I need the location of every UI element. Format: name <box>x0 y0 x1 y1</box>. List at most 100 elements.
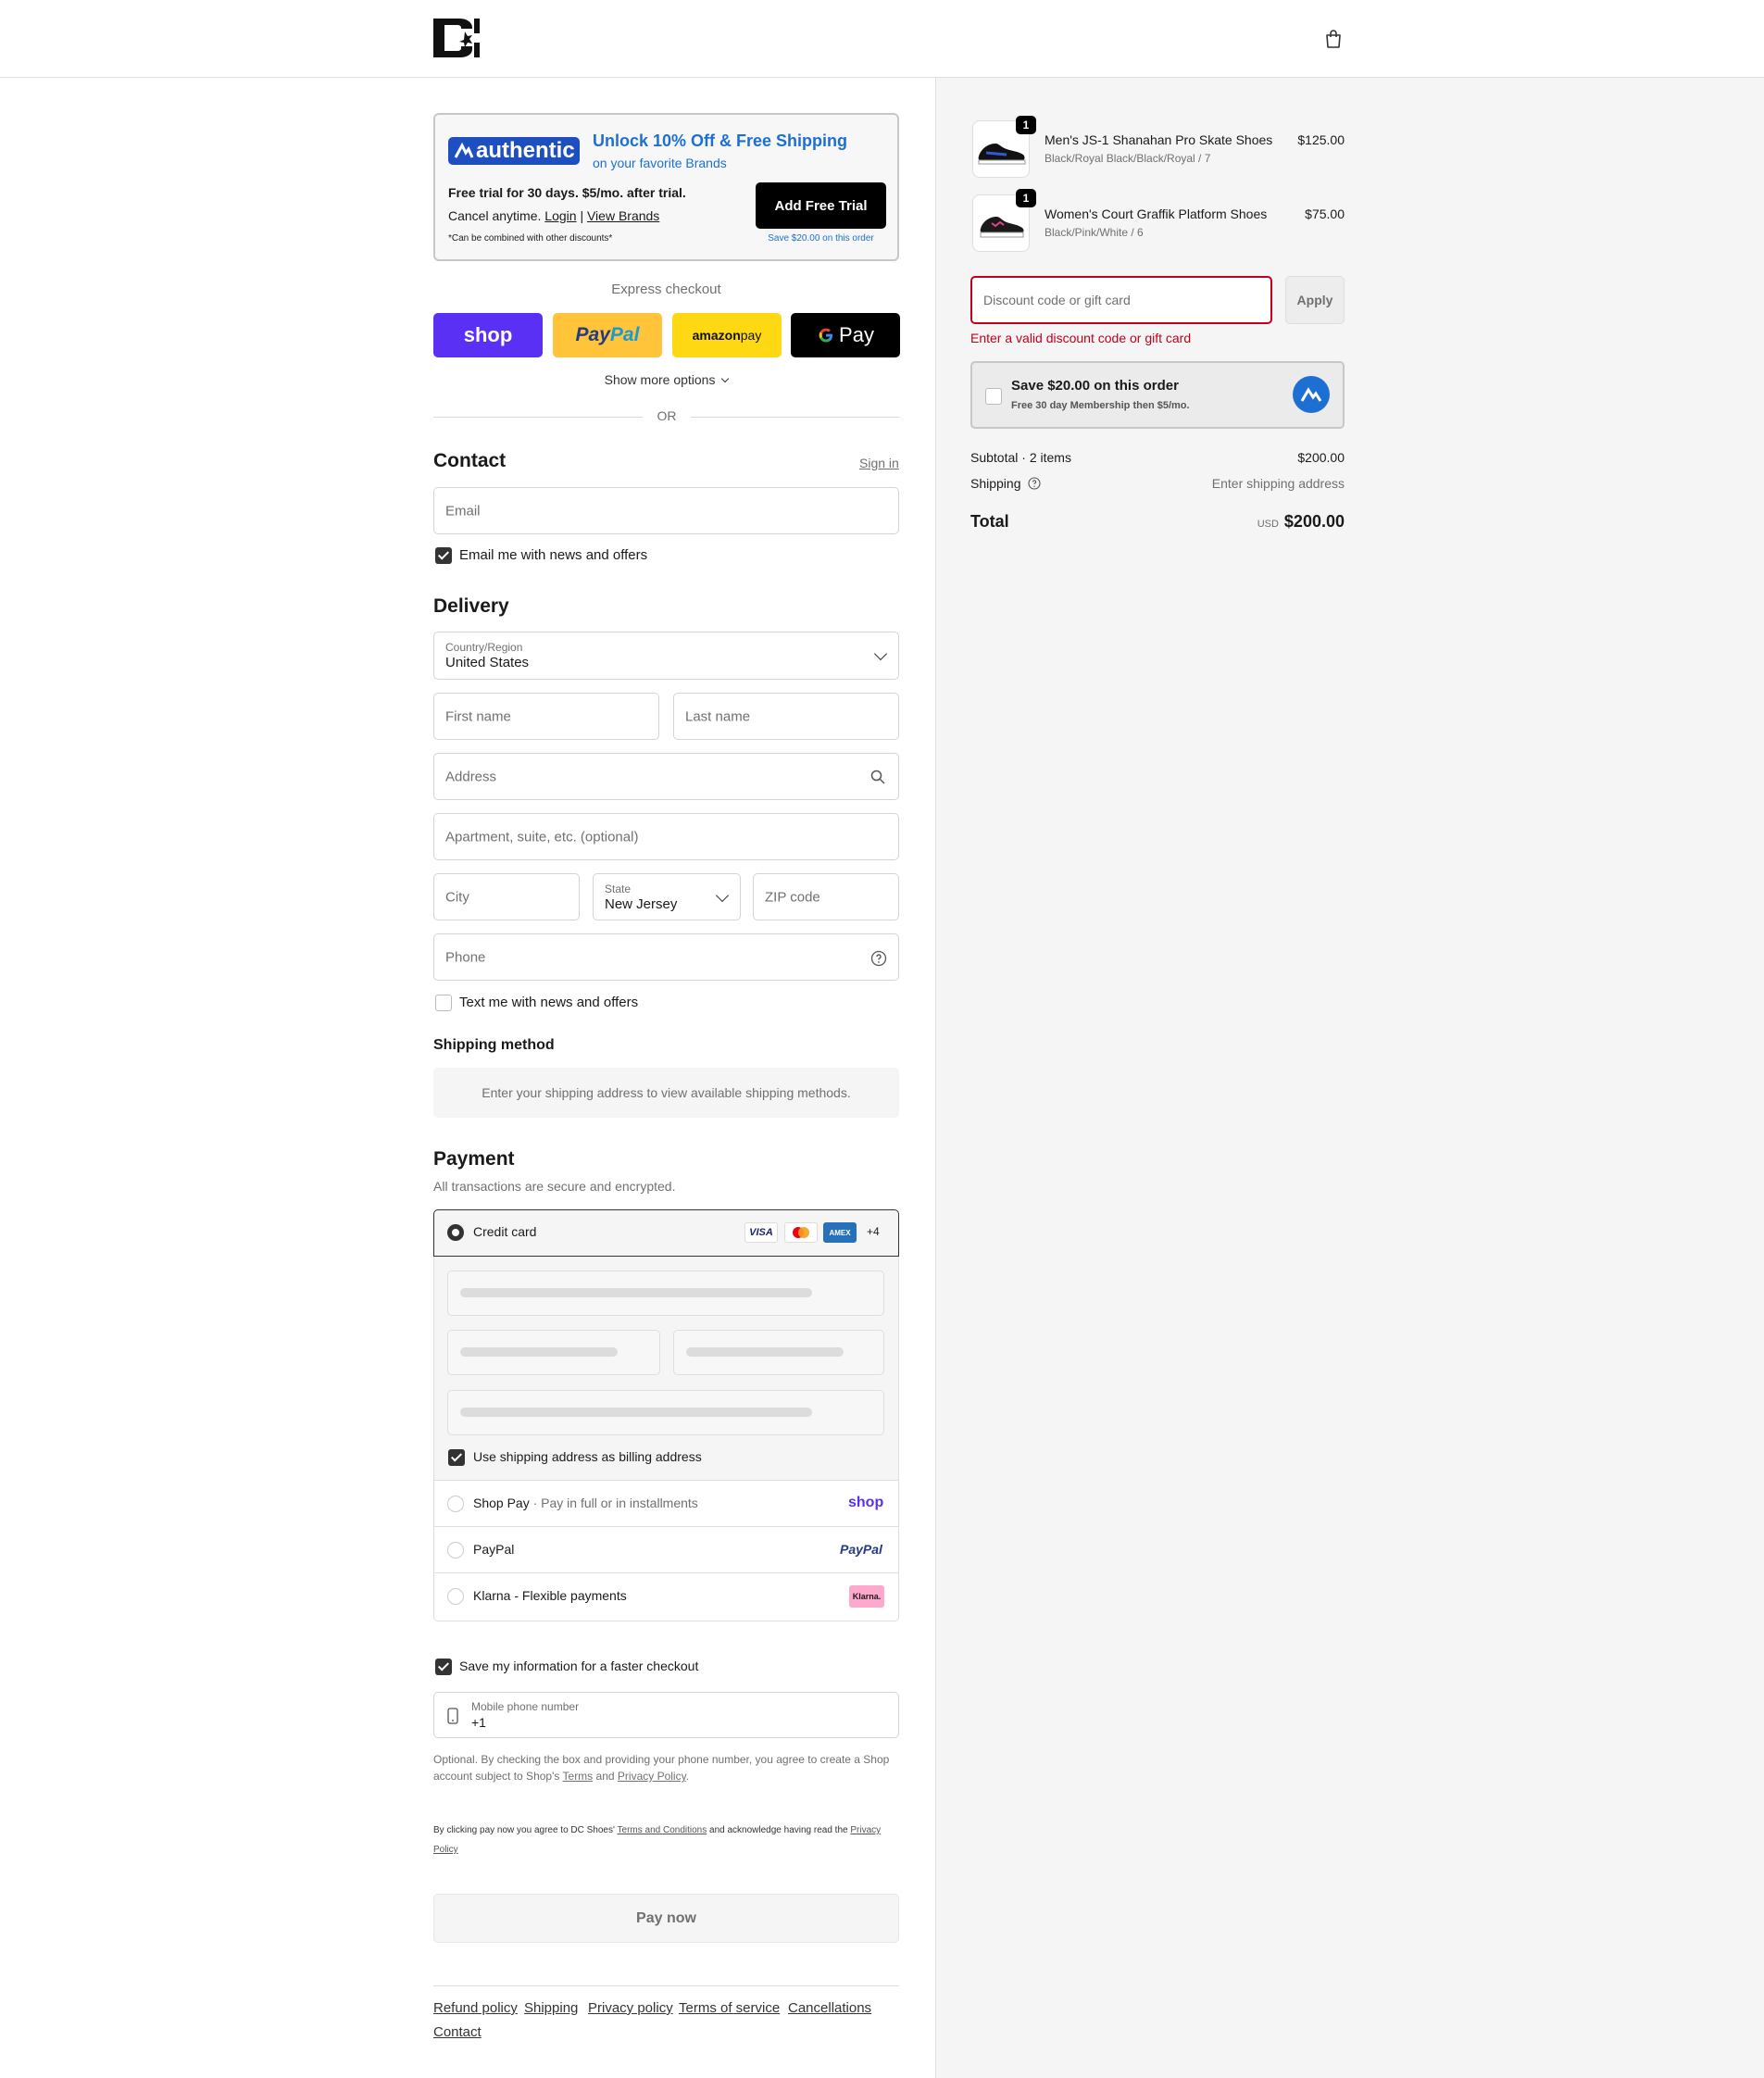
checkout-header <box>0 0 1764 78</box>
delivery-heading: Delivery <box>433 595 509 617</box>
shop-pay-name: Shop Pay <box>473 1496 530 1510</box>
pay-now-button[interactable]: Pay now <box>433 1894 899 1943</box>
chevron-down-icon <box>715 888 730 902</box>
amazon-pay-text: pay <box>740 328 762 343</box>
shop-pay-text: shop <box>463 323 513 346</box>
address-field[interactable]: Address <box>433 753 899 800</box>
amex-icon: AMEX <box>823 1222 857 1243</box>
terms-and-conditions-link[interactable]: Terms and Conditions <box>618 1825 707 1835</box>
promo-note: *Can be combined with other discounts* <box>448 233 613 244</box>
promo-subtitle: on your favorite Brands <box>593 156 727 170</box>
amazon-pay-express-button[interactable]: amazon pay <box>672 313 782 357</box>
quantity-badge: 1 <box>1016 189 1036 207</box>
total-value: $200.00 <box>1283 512 1345 531</box>
contact-heading: Contact <box>433 450 507 471</box>
shop-terms-link[interactable]: Terms <box>563 1770 594 1783</box>
klarna-radio[interactable] <box>447 1588 464 1605</box>
promo-cancel-text: Cancel anytime. <box>448 208 542 223</box>
security-code-skeleton <box>686 1347 844 1357</box>
country-value: United States <box>445 655 530 670</box>
total-row: Total USD $200.00 <box>970 512 1345 534</box>
promo-title: Unlock 10% Off & Free Shipping <box>593 131 848 150</box>
zip-placeholder: ZIP code <box>765 889 820 905</box>
mobile-phone-value: +1 <box>471 1715 486 1730</box>
email-placeholder: Email <box>445 503 481 519</box>
help-circle-icon[interactable] <box>870 950 887 967</box>
paypal-radio[interactable] <box>447 1542 464 1558</box>
shipping-row: Shipping Enter shipping address <box>970 476 1345 491</box>
promo-login-link[interactable]: Login <box>544 208 576 223</box>
google-pay-express-button[interactable]: Pay <box>791 313 900 357</box>
cancellations-link[interactable]: Cancellations <box>788 2000 871 2016</box>
paypal-text-pal: Pal <box>609 324 640 345</box>
currency-code: USD <box>1257 519 1279 530</box>
add-free-trial-button[interactable]: Add Free Trial <box>756 182 886 229</box>
last-name-field[interactable]: Last name <box>673 693 899 740</box>
save-offer-box[interactable]: Save $20.00 on this order Free 30 day Me… <box>970 361 1345 429</box>
refund-policy-link[interactable]: Refund policy <box>433 2000 518 2016</box>
authentic-mark-icon <box>454 142 474 158</box>
show-more-text: Show more options <box>604 372 716 387</box>
card-number-skeleton <box>460 1288 812 1297</box>
save-offer-checkbox[interactable] <box>985 388 1002 405</box>
quantity-badge: 1 <box>1016 116 1036 134</box>
shop-pay-radio[interactable] <box>447 1496 464 1512</box>
visa-icon: VISA <box>744 1222 778 1243</box>
show-more-options-link[interactable]: Show more options <box>433 372 899 387</box>
apartment-field[interactable]: Apartment, suite, etc. (optional) <box>433 813 899 860</box>
dc-logo[interactable] <box>433 19 480 57</box>
chevron-down-icon <box>873 646 888 661</box>
privacy-policy-footer-link[interactable]: Privacy policy <box>588 2000 673 2016</box>
save-info-checkbox[interactable] <box>435 1659 452 1675</box>
divider-left <box>433 417 643 418</box>
klarna-logo: Klarna. <box>849 1585 884 1608</box>
product-price: $125.00 <box>1297 132 1345 147</box>
billing-address-checkbox[interactable] <box>448 1449 465 1466</box>
discount-error: Enter a valid discount code or gift card <box>970 331 1192 345</box>
first-name-placeholder: First name <box>445 708 511 724</box>
chevron-down-icon <box>721 374 730 383</box>
email-field[interactable]: Email <box>433 487 899 534</box>
shop-pay-logo: shop <box>848 1495 884 1510</box>
promo-view-brands-link[interactable]: View Brands <box>587 208 659 223</box>
or-divider-text: OR <box>657 408 677 423</box>
contact-link[interactable]: Contact <box>433 2024 482 2040</box>
terms-of-service-link[interactable]: Terms of service <box>679 2000 780 2016</box>
apartment-placeholder: Apartment, suite, etc. (optional) <box>445 829 639 845</box>
text-news-checkbox[interactable] <box>435 995 452 1011</box>
zip-field[interactable]: ZIP code <box>753 873 899 920</box>
mobile-phone-field[interactable]: Mobile phone number +1 <box>433 1692 899 1738</box>
product-variant: Black/Royal Black/Black/Royal / 7 <box>1045 152 1211 165</box>
email-news-label: Email me with news and offers <box>459 547 648 563</box>
paypal-express-button[interactable]: Pay Pal <box>553 313 662 357</box>
sign-in-link[interactable]: Sign in <box>859 456 899 470</box>
shopping-bag-icon[interactable] <box>1322 28 1345 50</box>
shipping-value: Enter shipping address <box>1211 476 1345 491</box>
shipping-method-notice-text: Enter your shipping address to view avai… <box>482 1085 851 1100</box>
paypal-label: PayPal <box>473 1542 515 1557</box>
shop-privacy-link[interactable]: Privacy Policy <box>618 1770 686 1783</box>
phone-field[interactable]: Phone <box>433 933 899 981</box>
shipping-policy-link[interactable]: Shipping <box>524 2000 578 2016</box>
state-select[interactable]: State New Jersey <box>593 873 741 920</box>
paypal-text-pay: Pay <box>575 324 610 345</box>
payment-heading: Payment <box>433 1148 515 1170</box>
terms-agreement-text: By clicking pay now you agree to DC Shoe… <box>433 1821 899 1859</box>
shop-pay-express-button[interactable]: shop <box>433 313 543 357</box>
first-name-field[interactable]: First name <box>433 693 659 740</box>
city-field[interactable]: City <box>433 873 580 920</box>
credit-card-label: Credit card <box>473 1224 537 1239</box>
apply-discount-button[interactable]: Apply <box>1285 276 1345 324</box>
last-name-placeholder: Last name <box>685 708 751 724</box>
country-select[interactable]: Country/Region United States <box>433 632 899 680</box>
credit-card-radio[interactable] <box>447 1224 464 1241</box>
email-news-checkbox[interactable] <box>435 547 452 564</box>
help-circle-icon[interactable] <box>1028 477 1041 490</box>
footer-divider <box>433 1985 899 1986</box>
product-name: Men's JS-1 Shanahan Pro Skate Shoes <box>1045 132 1273 147</box>
authentic-logo-text: authentic <box>476 138 575 163</box>
save-info-label: Save my information for a faster checkou… <box>459 1659 699 1673</box>
discount-code-input[interactable]: Discount code or gift card <box>970 276 1272 324</box>
discount-placeholder: Discount code or gift card <box>983 293 1131 307</box>
phone-placeholder: Phone <box>445 949 486 965</box>
